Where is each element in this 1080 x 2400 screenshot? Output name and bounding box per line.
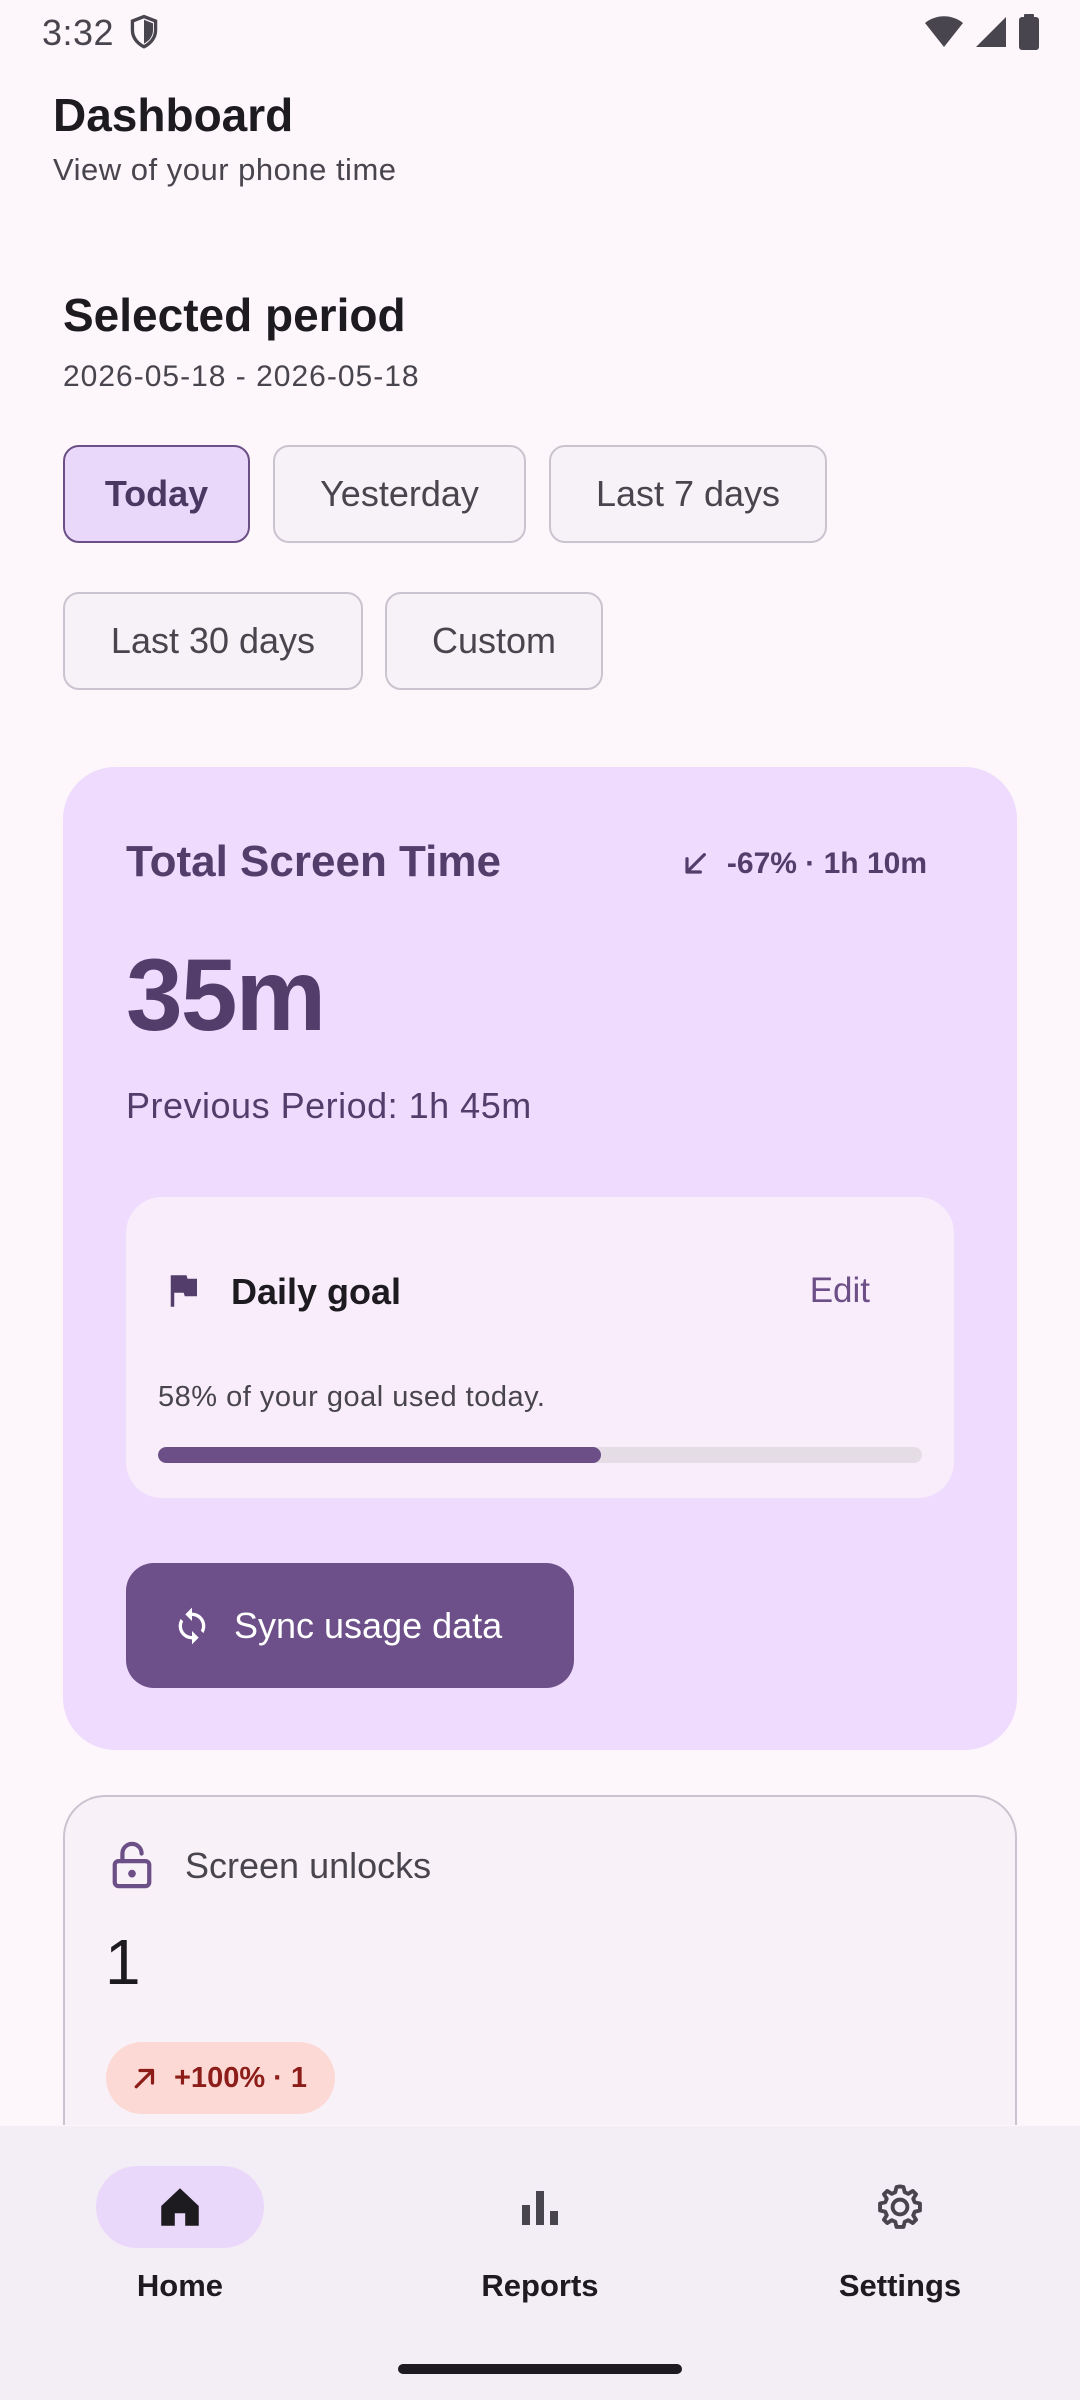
chip-today[interactable]: Today xyxy=(63,445,250,543)
gesture-handle[interactable] xyxy=(398,2364,682,2374)
selected-period-title: Selected period xyxy=(63,289,406,341)
goal-usage-text: 58% of your goal used today. xyxy=(158,1381,546,1413)
status-bar: 3:32 xyxy=(0,0,1080,62)
nav-settings-label: Settings xyxy=(838,2268,962,2303)
battery-icon xyxy=(1019,14,1039,50)
date-range: 2026-05-18 - 2026-05-18 xyxy=(63,360,420,393)
nav-settings[interactable]: Settings xyxy=(750,2166,1050,2346)
home-icon xyxy=(161,2188,199,2226)
daily-goal-card: Daily goal Edit 58% of your goal used to… xyxy=(126,1197,954,1498)
unlocks-trend-badge: +100% · 1 xyxy=(106,2042,336,2114)
lock-open-icon xyxy=(112,1841,152,1889)
bar-chart-icon xyxy=(522,2191,558,2225)
nav-reports[interactable]: Reports xyxy=(390,2166,690,2346)
sync-usage-button[interactable]: Sync usage data xyxy=(126,1563,574,1688)
status-icons xyxy=(924,14,1040,50)
flag-icon xyxy=(170,1275,197,1307)
goal-progress-bar xyxy=(158,1447,922,1463)
gear-icon xyxy=(878,2184,922,2229)
arrow-down-left-icon xyxy=(685,853,706,874)
nav-home[interactable]: Home xyxy=(30,2166,330,2346)
chip-yesterday[interactable]: Yesterday xyxy=(273,445,526,543)
previous-period: Previous Period: 1h 45m xyxy=(126,1085,532,1126)
dashboard-screen: 3:32 Dashboard View of your phone time S… xyxy=(0,0,1080,2400)
arrow-up-right-icon xyxy=(134,2068,155,2089)
status-time: 3:32 xyxy=(42,12,115,53)
nav-home-label: Home xyxy=(136,2268,224,2303)
unlocks-trend-text: +100% · 1 xyxy=(174,2061,308,2094)
screen-time-title: Total Screen Time xyxy=(126,837,501,886)
wifi-icon xyxy=(925,16,963,47)
sync-button-label: Sync usage data xyxy=(234,1604,503,1646)
goal-progress-fill xyxy=(158,1447,602,1463)
screen-unlocks-card: Screen unlocks 1 +100% · 1 xyxy=(63,1795,1017,2125)
chip-custom[interactable]: Custom xyxy=(385,592,603,690)
chip-last-7-days[interactable]: Last 7 days xyxy=(549,445,827,543)
edit-goal-button[interactable]: Edit xyxy=(810,1271,870,1311)
screen-time-trend: -67% · 1h 10m xyxy=(679,847,927,881)
screen-time-card: Total Screen Time -67% · 1h 10m 35m Prev… xyxy=(63,767,1017,1750)
bottom-navigation: Home Reports Settings xyxy=(0,2126,1080,2400)
page-title: Dashboard xyxy=(53,89,294,141)
shield-icon xyxy=(130,14,158,49)
page-subtitle: View of your phone time xyxy=(53,152,397,187)
sync-icon xyxy=(178,1607,206,1644)
screen-unlocks-title: Screen unlocks xyxy=(185,1845,432,1886)
chip-last-30-days[interactable]: Last 30 days xyxy=(63,592,363,690)
daily-goal-title: Daily goal xyxy=(231,1271,402,1312)
trend-text: -67% · 1h 10m xyxy=(726,847,927,880)
screen-unlocks-value: 1 xyxy=(105,1926,141,1998)
nav-active-indicator xyxy=(96,2166,264,2248)
signal-icon xyxy=(976,17,1006,47)
screen-time-value: 35m xyxy=(126,938,326,1052)
nav-reports-label: Reports xyxy=(481,2268,599,2303)
